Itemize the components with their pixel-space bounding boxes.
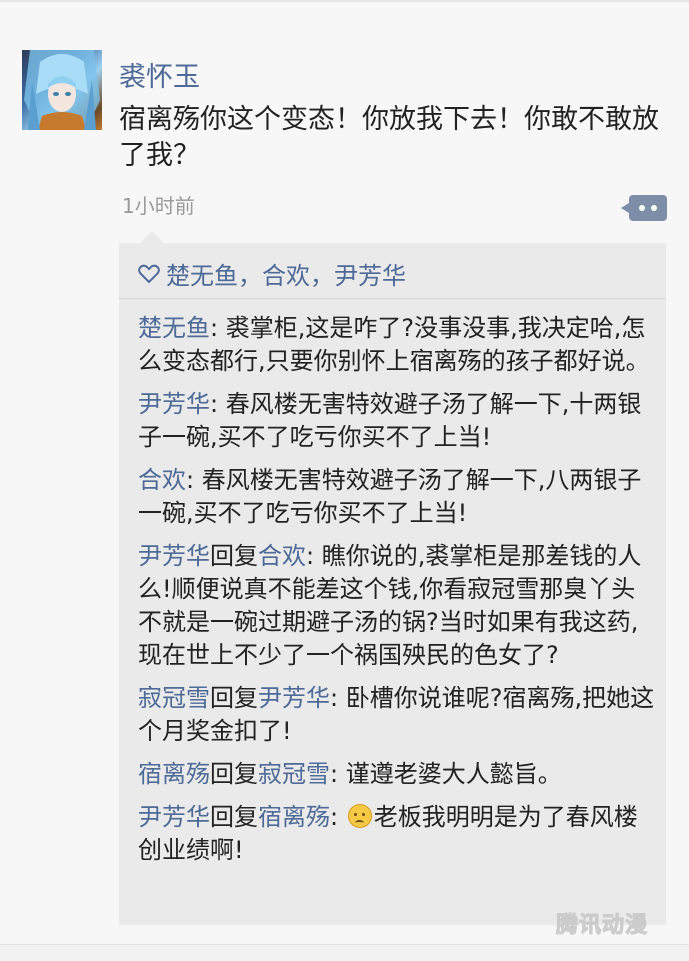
reply-word: 回复 (210, 760, 258, 788)
sweat-smile-icon (347, 804, 372, 828)
comment-separator: : (186, 466, 202, 494)
comment-dots-icon (639, 205, 645, 211)
comment-item[interactable]: 寂冠雪回复尹芳华: 卧槽你说谁呢?宿离殇,把她这个月奖金扣了! (138, 682, 658, 748)
likes-names[interactable]: 楚无鱼，合欢，尹芳华 (166, 256, 406, 291)
comment-item[interactable]: 宿离殇回复寂冠雪: 谨遵老婆大人懿旨。 (138, 758, 658, 791)
heart-icon (138, 264, 160, 283)
comment-separator: : (330, 803, 346, 831)
avatar-portrait-image (24, 50, 100, 130)
comment-item[interactable]: 尹芳华回复合欢: 瞧你说的,裘掌柜是那差钱的人么!顺便说真不能差这个钱,你看寂冠… (138, 540, 658, 672)
comment-separator: : (330, 684, 346, 712)
reply-word: 回复 (210, 684, 258, 712)
post-timestamp: 1小时前 (122, 194, 195, 218)
comment-item[interactable]: 尹芳华: 春风楼无害特效避子汤了解一下,十两银子一碗,买不了吃亏你买不了上当! (138, 388, 658, 454)
reply-to-name[interactable]: 寂冠雪 (258, 760, 330, 788)
commenter-name[interactable]: 尹芳华 (138, 390, 210, 418)
comment-separator: : (306, 542, 322, 570)
reply-to-name[interactable]: 合欢 (258, 542, 306, 570)
comment-text: 谨遵老婆大人懿旨。 (345, 760, 562, 788)
comment-button[interactable] (621, 195, 667, 221)
reply-to-name[interactable]: 尹芳华 (258, 684, 330, 712)
commenter-name[interactable]: 尹芳华 (138, 803, 210, 831)
likes-row: 楚无鱼，合欢，尹芳华 (138, 256, 406, 291)
commenter-name[interactable]: 楚无鱼 (138, 314, 210, 342)
comment-text: 春风楼无害特效避子汤了解一下,八两银子一碗,买不了吃亏你买不了上当! (138, 466, 642, 527)
reply-word: 回复 (210, 542, 258, 570)
comment-item[interactable]: 尹芳华回复宿离殇: 老板我明明是为了春风楼创业绩啊! (138, 801, 658, 867)
comment-list: 楚无鱼: 裘掌柜,这是咋了?没事没事,我决定哈,怎么变态都行,只要你别怀上宿离殇… (138, 312, 658, 877)
post-author-name[interactable]: 裘怀玉 (119, 55, 200, 94)
comment-item[interactable]: 合欢: 春风楼无害特效避子汤了解一下,八两银子一碗,买不了吃亏你买不了上当! (138, 464, 658, 530)
comment-box-pointer (140, 231, 164, 243)
comment-separator: : (330, 760, 346, 788)
comment-item[interactable]: 楚无鱼: 裘掌柜,这是咋了?没事没事,我决定哈,怎么变态都行,只要你别怀上宿离殇… (138, 312, 658, 378)
post-content: 宿离殇你这个变态！你放我下去！你敢不敢放了我？ (119, 104, 659, 171)
avatar[interactable] (22, 50, 102, 130)
reply-word: 回复 (210, 803, 258, 831)
comment-separator: : (210, 390, 226, 418)
reply-to-name[interactable]: 宿离殇 (258, 803, 330, 831)
comment-separator: : (210, 314, 226, 342)
bottom-divider (0, 944, 689, 961)
likes-divider (119, 298, 666, 299)
commenter-name[interactable]: 寂冠雪 (138, 684, 210, 712)
commenter-name[interactable]: 合欢 (138, 466, 186, 494)
watermark-logo: 腾讯动漫 (555, 913, 649, 939)
top-divider (0, 0, 689, 2)
commenter-name[interactable]: 宿离殇 (138, 760, 210, 788)
commenter-name[interactable]: 尹芳华 (138, 542, 210, 570)
